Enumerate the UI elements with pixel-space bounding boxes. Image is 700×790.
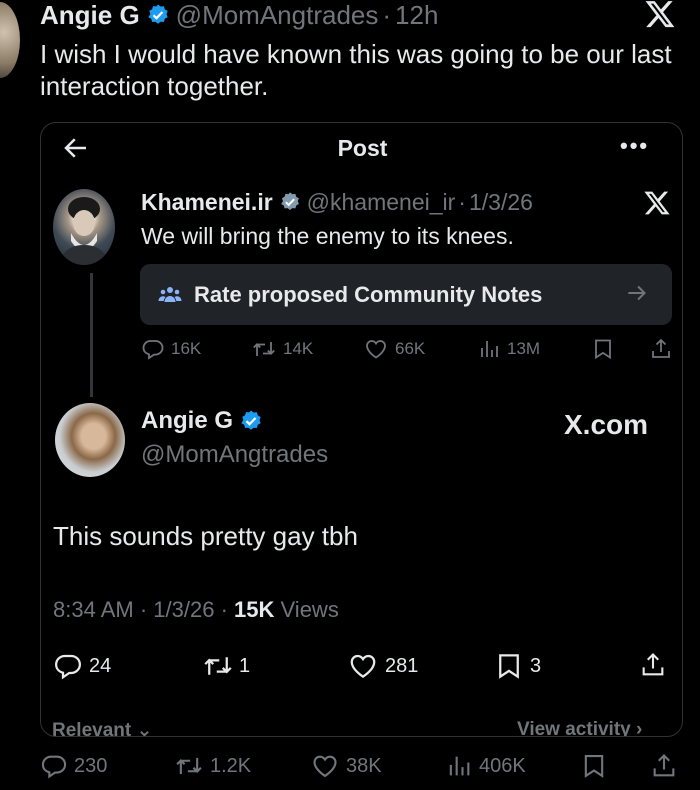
- xcom-watermark: X.com: [564, 409, 649, 440]
- separator-dot: ·: [220, 597, 235, 622]
- reply-views-count: 15K: [234, 597, 275, 622]
- more-options-button[interactable]: •••: [620, 133, 649, 159]
- reply-time[interactable]: 8:34 AM: [53, 597, 134, 622]
- reply-count: 16K: [171, 339, 202, 358]
- bookmark-count: 3: [530, 654, 542, 677]
- reply-meta: 8:34 AM · 1/3/26 · 15K Views: [53, 597, 339, 623]
- views-button[interactable]: 13M: [477, 337, 540, 361]
- original-post-date[interactable]: 1/3/26: [469, 187, 533, 217]
- page-title: Post: [337, 135, 388, 161]
- reply-icon: [142, 340, 164, 360]
- reply-count: 24: [89, 654, 112, 677]
- outer-header: Angie G @MomAngtrades · 12h: [40, 0, 438, 30]
- reply-button[interactable]: 16K: [141, 337, 201, 361]
- verified-badge-icon: [239, 409, 263, 433]
- repost-count: 1.2K: [210, 754, 252, 777]
- reply-button[interactable]: 24: [53, 651, 111, 681]
- original-post-actions: 16K 14K 66K 13M: [141, 337, 681, 367]
- repost-button[interactable]: 14K: [251, 337, 313, 361]
- reply-count: 230: [74, 754, 108, 777]
- embedded-post-card: Post ••• Khamenei.ir @khamenei_ir · 1/3/…: [40, 122, 683, 737]
- share-icon[interactable]: [649, 337, 673, 361]
- reply-icon: [41, 755, 67, 779]
- outer-tweet-text: I wish I would have known this was going…: [40, 39, 672, 101]
- community-notes-button[interactable]: Rate proposed Community Notes: [140, 264, 672, 325]
- share-icon[interactable]: [639, 651, 667, 679]
- like-button[interactable]: 38K: [310, 752, 382, 780]
- community-notes-label: Rate proposed Community Notes: [194, 281, 543, 307]
- share-icon[interactable]: [650, 752, 678, 780]
- outer-author-name[interactable]: Angie G: [40, 0, 140, 30]
- repost-button[interactable]: 1.2K: [174, 752, 251, 780]
- repost-count: 14K: [283, 339, 314, 358]
- views-icon: [449, 756, 470, 776]
- sort-relevant-dropdown[interactable]: Relevant ⌄: [52, 719, 152, 736]
- outer-timestamp[interactable]: 12h: [395, 0, 438, 30]
- outer-post-actions: 230 1.2K 38K 406K: [40, 752, 680, 782]
- outer-author-handle[interactable]: @MomAngtrades: [176, 0, 379, 30]
- original-post-text: We will bring the enemy to its knees.: [141, 223, 514, 249]
- like-count: 38K: [346, 754, 382, 777]
- like-count: 281: [385, 654, 419, 677]
- reply-author-handle[interactable]: @MomAngtrades: [141, 441, 328, 469]
- reply-icon: [54, 654, 82, 680]
- repost-count: 1: [239, 654, 251, 677]
- reply-author-avatar[interactable]: [55, 403, 125, 477]
- views-count: 406K: [479, 754, 526, 777]
- separator-dot: ·: [139, 597, 154, 622]
- thread-line: [90, 273, 93, 397]
- reply-button[interactable]: 230: [40, 752, 107, 780]
- original-author-handle[interactable]: @khamenei_ir: [307, 187, 456, 217]
- people-icon: [158, 283, 182, 307]
- views-button[interactable]: 406K: [445, 752, 526, 780]
- x-logo-icon: [644, 0, 676, 30]
- like-button[interactable]: 66K: [363, 337, 425, 361]
- verified-badge-icon: [146, 3, 170, 27]
- like-button[interactable]: 281: [347, 651, 418, 681]
- views-count: 13M: [507, 339, 541, 358]
- original-post-header: Khamenei.ir @khamenei_ir · 1/3/26: [141, 187, 533, 217]
- like-icon: [350, 654, 376, 678]
- original-author-avatar[interactable]: [53, 189, 115, 265]
- repost-icon: [204, 657, 232, 675]
- repost-icon: [253, 342, 275, 356]
- like-icon: [366, 340, 386, 359]
- outer-avatar[interactable]: [0, 2, 20, 78]
- bookmark-button[interactable]: 3: [494, 651, 541, 681]
- original-author-name[interactable]: Khamenei.ir: [141, 187, 273, 217]
- reply-post-text: This sounds pretty gay tbh: [53, 521, 358, 551]
- arrow-right-icon: [624, 280, 650, 306]
- views-icon: [481, 341, 498, 357]
- x-logo-icon: [643, 189, 671, 217]
- like-count: 66K: [395, 339, 426, 358]
- reply-author-name[interactable]: Angie G: [141, 407, 233, 435]
- repost-button[interactable]: 1: [203, 651, 250, 681]
- like-icon: [313, 755, 337, 778]
- repost-icon: [176, 757, 202, 775]
- bookmark-icon[interactable]: [591, 337, 615, 361]
- reply-views-label: Views: [280, 597, 339, 622]
- verified-badge-icon: [279, 191, 301, 213]
- bookmark-icon: [499, 654, 519, 679]
- reply-date[interactable]: 1/3/26: [153, 597, 214, 622]
- bookmark-icon[interactable]: [580, 752, 608, 780]
- separator-dot: ·: [458, 189, 466, 215]
- reply-author-name-row: Angie G: [141, 407, 263, 435]
- separator-dot: ·: [382, 0, 392, 30]
- view-activity-link[interactable]: View activity ›: [517, 719, 642, 736]
- reply-post-actions: 24 1 281 3: [53, 651, 678, 681]
